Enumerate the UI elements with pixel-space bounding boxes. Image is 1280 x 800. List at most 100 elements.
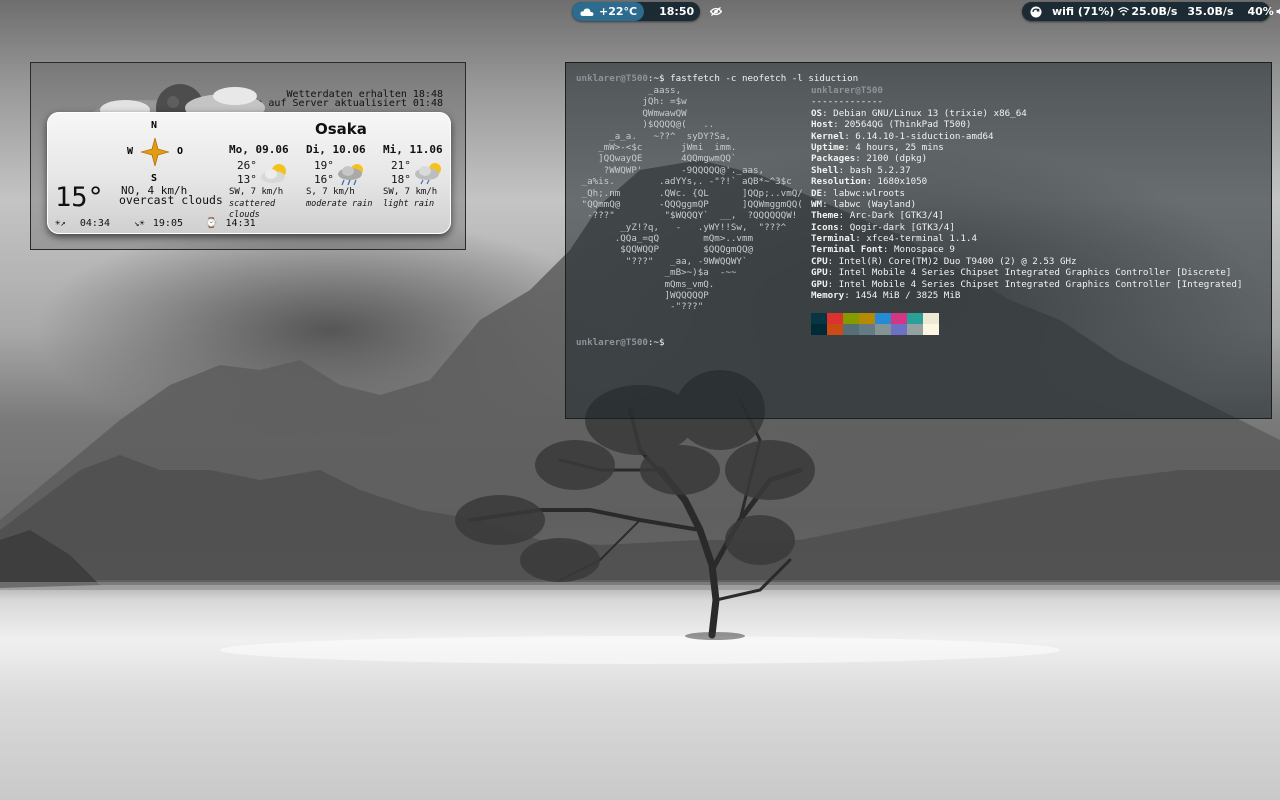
info-value: labwc (Wayland)	[833, 198, 917, 210]
command-text: fastfetch -c neofetch -l siduction	[670, 73, 859, 84]
palette-swatch	[827, 313, 843, 324]
daylength-icon: ⌚	[205, 218, 218, 229]
forecast-low: 16°	[314, 173, 334, 186]
info-row: Uptime: 4 hours, 25 mins	[811, 142, 1242, 153]
weather-temp: +22°C	[599, 5, 638, 18]
info-separator: -------------	[811, 96, 883, 108]
forecast-day-label: Mi, 11.06	[383, 143, 443, 156]
palette-swatch	[891, 324, 907, 335]
info-colon: :	[844, 141, 856, 153]
palette-swatch	[923, 324, 939, 335]
prompt-line[interactable]: unklarer@T500:~$	[576, 337, 670, 348]
palette-swatch	[875, 324, 891, 335]
weather-indicator[interactable]: +22°C	[572, 2, 645, 21]
logo-line: $QQWQQP $QQQgmQQ@	[576, 244, 754, 256]
forecast-low: 13°	[237, 173, 257, 186]
info-colon: :	[838, 164, 850, 176]
info-key: Packages	[811, 153, 856, 165]
forecast-high: 21°	[391, 159, 411, 172]
prompt-user: unklarer@T500	[576, 73, 648, 84]
forecast-day-3: Mi, 11.06 21° 18° SW, 7 km/h light rain	[383, 143, 461, 209]
logo-line: mQms_vmQ.	[576, 278, 715, 290]
logo-line: -"???"	[576, 301, 704, 313]
compass-w: W	[127, 146, 134, 157]
palette-swatch	[859, 313, 875, 324]
logo-line: _a%is. .adYYs,. -"?!` aQB*~^3$c	[576, 176, 792, 188]
info-key: Shell	[811, 164, 839, 176]
prompt-suffix-2: :~$	[647, 337, 671, 348]
current-desc: overcast clouds	[119, 193, 223, 207]
forecast-wind: SW, 7 km/h	[383, 187, 438, 197]
info-colon: :	[827, 255, 839, 267]
forecast-high: 19°	[314, 159, 334, 172]
eye-icon[interactable]	[710, 7, 723, 16]
logo-line: -???" "$WQQQY` __, ?QQQQQQW!	[576, 210, 798, 222]
info-key: Icons	[811, 221, 839, 233]
forecast-day-label: Di, 10.06	[306, 143, 366, 156]
logo-line: )$QQQQ@( ..	[576, 119, 715, 131]
sunrise-icon: ☀↗	[55, 219, 66, 229]
info-value: Monospace 9	[894, 244, 955, 256]
wifi-icon	[1118, 7, 1130, 16]
clock[interactable]: 18:50	[659, 5, 694, 18]
logo-line: _mB>~)$a -~~	[576, 267, 737, 279]
info-colon: :	[822, 187, 834, 199]
forecast-day-label: Mo, 09.06	[229, 143, 289, 156]
info-key: Uptime	[811, 141, 845, 153]
info-row: DE: labwc:wlroots	[811, 188, 1242, 199]
net-up: 35.0B/s	[1187, 5, 1234, 18]
info-key: GPU	[811, 278, 828, 290]
info-row: Theme: Arc-Dark [GTK3/4]	[811, 210, 1242, 221]
forecast-low: 18°	[391, 173, 411, 186]
info-colon: :	[827, 267, 839, 279]
info-row: Terminal Font: Monospace 9	[811, 244, 1242, 255]
info-key: DE	[811, 187, 823, 199]
info-row: Icons: Qogir-dark [GTK3/4]	[811, 222, 1242, 233]
palette-swatch	[859, 324, 875, 335]
forecast-day-2: Di, 10.06 19° 16° S, 7 km/h moderate rai…	[306, 143, 384, 209]
info-value: Intel Mobile 4 Series Chipset Integrated…	[838, 278, 1243, 290]
info-key: WM	[811, 198, 823, 210]
info-colon: :	[844, 130, 856, 142]
forecast-wind: S, 7 km/h	[306, 187, 355, 197]
info-value: labwc:wlroots	[833, 187, 906, 199]
info-key: Resolution	[811, 176, 867, 188]
info-value: Intel Mobile 4 Series Chipset Integrated…	[838, 267, 1232, 279]
rain-cloud-icon	[338, 164, 363, 186]
info-colon: :	[844, 290, 856, 302]
volume-level[interactable]: 40%	[1248, 5, 1274, 18]
info-row: Shell: bash 5.2.37	[811, 165, 1242, 176]
info-value: 20564QG (ThinkPad T500)	[844, 119, 972, 131]
weather-cloud-icon	[580, 7, 594, 17]
info-key: Theme	[811, 210, 839, 222]
topbar-center: +22°C 18:50	[572, 2, 723, 21]
compass: N W O S	[125, 120, 185, 184]
info-row: OS: Debian GNU/Linux 13 (trixie) x86_64	[811, 108, 1242, 119]
update-icon[interactable]	[1030, 6, 1042, 18]
info-title: unklarer@T500	[811, 85, 883, 96]
net-down: 25.0B/s	[1131, 5, 1178, 18]
info-row: Packages: 2100 (dpkg)	[811, 153, 1242, 164]
speaker-icon[interactable]	[1276, 7, 1280, 16]
info-value: Debian GNU/Linux 13 (trixie) x86_64	[833, 107, 1027, 119]
info-colon: :	[866, 176, 878, 188]
logo-line: ]QQwayQE 4QQmgwmQQ`	[576, 153, 737, 165]
system-info: unklarer@T500 ------------- OS: Debian G…	[811, 85, 1242, 301]
weather-city: Osaka	[315, 120, 367, 138]
palette-swatch	[811, 313, 827, 324]
palette-swatch	[923, 313, 939, 324]
info-key: CPU	[811, 255, 828, 267]
command-line: unklarer@T500:~$ fastfetch -c neofetch -…	[576, 73, 858, 84]
info-row: CPU: Intel(R) Core(TM)2 Duo T9400 (2) @ …	[811, 256, 1242, 267]
terminal-window[interactable]: unklarer@T500:~$ fastfetch -c neofetch -…	[565, 62, 1272, 419]
palette-swatch	[907, 324, 923, 335]
sunset-icon: ↘☀	[134, 219, 145, 229]
wifi-status[interactable]: wifi (71%)	[1052, 5, 1114, 18]
info-value: Intel(R) Core(TM)2 Duo T9400 (2) @ 2.53 …	[838, 255, 1077, 267]
forecast-wind: SW, 7 km/h	[229, 187, 284, 197]
info-value: xfce4-terminal 1.1.4	[866, 233, 977, 245]
info-row: WM: labwc (Wayland)	[811, 199, 1242, 210]
sun-cloud-icon	[261, 164, 286, 183]
info-value: 1454 MiB / 3825 MiB	[855, 290, 961, 302]
palette-swatch	[827, 324, 843, 335]
